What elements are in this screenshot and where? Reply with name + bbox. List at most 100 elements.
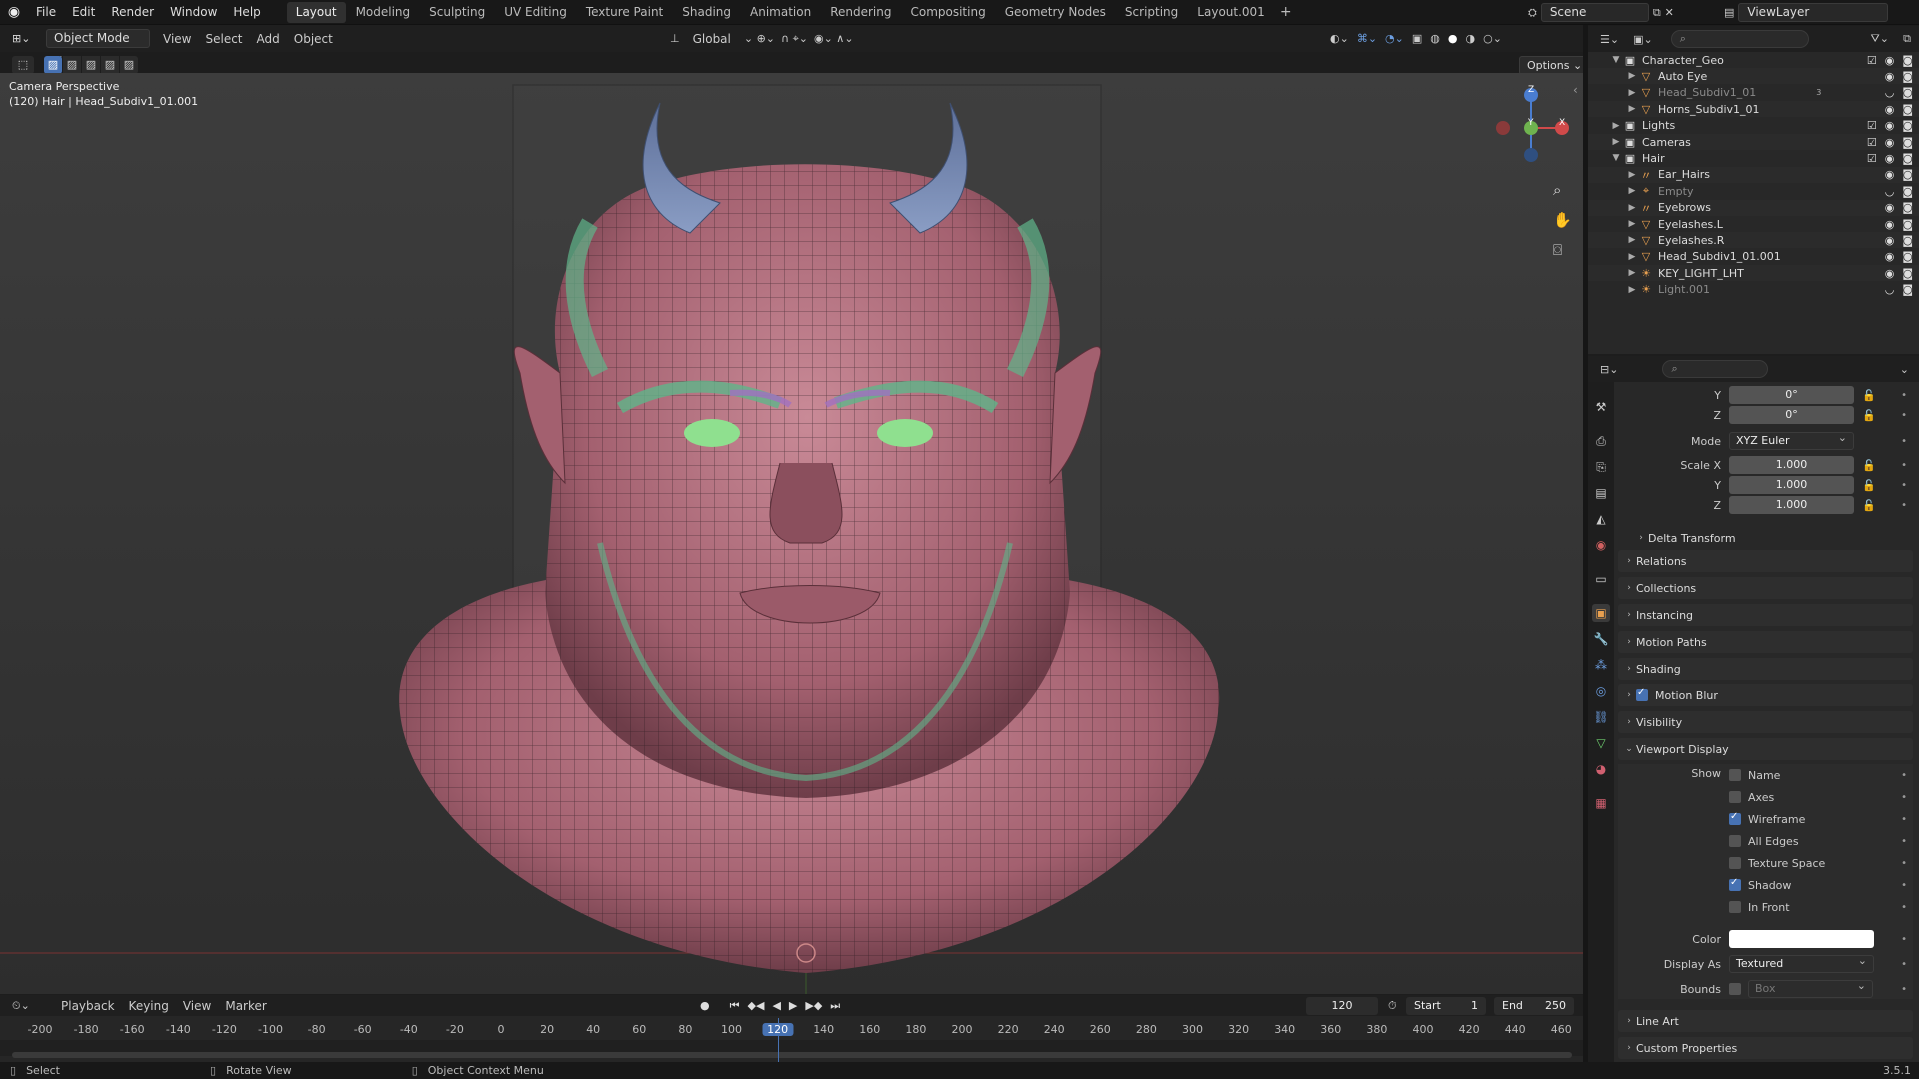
chevron-right-icon[interactable]: ▶ bbox=[1626, 170, 1638, 180]
record-icon[interactable]: ● bbox=[700, 999, 710, 1012]
chevron-right-icon[interactable]: ▶ bbox=[1626, 252, 1638, 262]
viewport-display-panel[interactable]: ⌄ Viewport Display bbox=[1618, 738, 1913, 760]
new-scene-icon[interactable]: ⧉ bbox=[1653, 6, 1661, 20]
outliner-row-ear-hairs[interactable]: ▶ 〃 Ear_Hairs ◉ ◙ bbox=[1588, 166, 1919, 183]
render-camera-icon[interactable]: ◙ bbox=[1902, 103, 1913, 116]
outliner-row-eyelashes-r[interactable]: ▶ ▽ Eyelashes.R ◉ ◙ bbox=[1588, 232, 1919, 249]
workspace-tab-layout[interactable]: Layout bbox=[286, 1, 346, 23]
scale-x-field[interactable]: 1.000 bbox=[1729, 456, 1854, 474]
eye-icon[interactable]: ◉ bbox=[1885, 54, 1895, 67]
filter-icon[interactable]: ⛛⌄ bbox=[1871, 32, 1889, 46]
render-camera-icon[interactable]: ◙ bbox=[1902, 136, 1913, 149]
render-camera-icon[interactable]: ◙ bbox=[1902, 119, 1913, 132]
viewport-menu-object[interactable]: Object bbox=[287, 32, 340, 46]
modifier-tab-icon[interactable]: 🔧 bbox=[1592, 630, 1610, 648]
chevron-right-icon[interactable]: ▶ bbox=[1626, 104, 1638, 114]
visibility-panel[interactable]: › Visibility bbox=[1618, 711, 1913, 733]
world-tab-icon[interactable]: ◉ bbox=[1592, 536, 1610, 554]
chevron-down-icon[interactable]: ▼ bbox=[1610, 153, 1622, 163]
object-tab-icon[interactable]: ▣ bbox=[1592, 604, 1610, 622]
outliner-row-eyebrows[interactable]: ▶ 〃 Eyebrows ◉ ◙ bbox=[1588, 199, 1919, 216]
outliner-row-eyelashes-l[interactable]: ▶ ▽ Eyelashes.L ◉ ◙ bbox=[1588, 216, 1919, 232]
motion-blur-panel[interactable]: › Motion Blur bbox=[1618, 684, 1913, 706]
show-shadow-checkbox[interactable] bbox=[1729, 877, 1741, 891]
render-tab-icon[interactable]: ⎙ bbox=[1592, 432, 1610, 450]
lock-icon[interactable]: 🔓 bbox=[1862, 479, 1876, 492]
blender-logo-icon[interactable]: ◉ bbox=[0, 4, 28, 20]
data-tab-icon[interactable]: ▽ bbox=[1592, 734, 1610, 752]
properties-editor-icon[interactable]: ⊟⌄ bbox=[1600, 363, 1618, 376]
workspace-tab-shading[interactable]: Shading bbox=[673, 2, 740, 23]
workspace-tab-compositing[interactable]: Compositing bbox=[901, 2, 994, 23]
camera-view-icon[interactable]: ⌼ bbox=[1553, 241, 1562, 259]
panel-instancing[interactable]: › Instancing bbox=[1618, 604, 1913, 626]
play-reverse-icon[interactable]: ◀ bbox=[772, 999, 780, 1012]
workspace-tab-layout-001[interactable]: Layout.001 bbox=[1188, 2, 1274, 23]
lock-icon[interactable]: 🔓 bbox=[1862, 459, 1876, 472]
select-extend-icon[interactable]: ▨ bbox=[63, 56, 81, 74]
panel-relations[interactable]: › Relations bbox=[1618, 550, 1913, 572]
display-mode-icon[interactable]: ▣⌄ bbox=[1633, 33, 1653, 46]
color-swatch[interactable] bbox=[1729, 930, 1874, 948]
jump-start-icon[interactable]: ⏮ bbox=[730, 999, 740, 1013]
custom-properties-panel[interactable]: › Custom Properties bbox=[1618, 1037, 1913, 1059]
timeline-menu-playback[interactable]: Playback bbox=[54, 999, 122, 1013]
display-as-dropdown[interactable]: Textured bbox=[1729, 953, 1874, 973]
properties-options-icon[interactable]: ⌄ bbox=[1900, 363, 1909, 376]
workspace-tab-texture-paint[interactable]: Texture Paint bbox=[577, 2, 672, 23]
eye-icon[interactable]: ◉ bbox=[1885, 136, 1895, 149]
hidden-eye-icon[interactable]: ◡ bbox=[1885, 86, 1895, 99]
eye-icon[interactable]: ◉ bbox=[1885, 250, 1895, 263]
chevron-right-icon[interactable]: ▶ bbox=[1626, 219, 1638, 229]
show-in-front-checkbox[interactable] bbox=[1729, 901, 1741, 913]
view-layer-icon[interactable]: ▤ bbox=[1724, 6, 1734, 19]
render-camera-icon[interactable]: ◙ bbox=[1902, 185, 1913, 198]
outliner-row-character-geo[interactable]: ▼ ▣ Character_Geo ☑ ◉ ◙ bbox=[1588, 52, 1919, 68]
show-shadow-row[interactable]: Shadow• bbox=[1729, 874, 1913, 896]
outliner-row-empty[interactable]: ▶ ⌖ Empty ◡ ◙ bbox=[1588, 183, 1919, 199]
scale-y-field[interactable]: 1.000 bbox=[1729, 476, 1854, 494]
timeline-scrollbar[interactable] bbox=[12, 1052, 1572, 1058]
lock-icon[interactable]: 🔓 bbox=[1862, 389, 1876, 402]
exclude-checkbox-icon[interactable]: ☑ bbox=[1867, 54, 1877, 67]
eye-icon[interactable]: ◉ bbox=[1885, 119, 1895, 132]
show-all-edges-row[interactable]: All Edges • bbox=[1729, 830, 1913, 852]
eye-icon[interactable]: ◉ bbox=[1885, 103, 1895, 116]
view-layer-selector[interactable]: ViewLayer bbox=[1738, 3, 1889, 22]
render-camera-icon[interactable]: ◙ bbox=[1902, 234, 1913, 247]
workspace-tab-uv-editing[interactable]: UV Editing bbox=[495, 2, 576, 23]
chevron-right-icon[interactable]: ▶ bbox=[1610, 137, 1622, 147]
delta-transform-panel[interactable]: › Delta Transform bbox=[1630, 527, 1913, 549]
3d-viewport[interactable]: Camera Perspective (120) Hair | Head_Sub… bbox=[0, 73, 1583, 994]
rotation-y-field[interactable]: 0° bbox=[1729, 386, 1854, 404]
bounds-dropdown[interactable]: Box bbox=[1748, 978, 1873, 998]
start-frame-field[interactable]: Start 1 bbox=[1406, 996, 1486, 1015]
exclude-checkbox-icon[interactable]: ☑ bbox=[1867, 136, 1877, 149]
rotation-z-field[interactable]: 0° bbox=[1729, 406, 1854, 424]
menu-window[interactable]: Window bbox=[162, 0, 225, 25]
snap-icon[interactable]: ∩ ⌖⌄ bbox=[781, 32, 808, 46]
visibility-filter-icon[interactable]: ◐⌄ bbox=[1330, 32, 1349, 45]
show-axes-checkbox[interactable] bbox=[1729, 791, 1741, 803]
lock-icon[interactable]: 🔓 bbox=[1862, 409, 1876, 422]
outliner-row-cameras[interactable]: ▶ ▣ Cameras ☑ ◉ ◙ bbox=[1588, 134, 1919, 150]
chevron-right-icon[interactable]: ▶ bbox=[1610, 121, 1622, 131]
gizmo-toggle-icon[interactable]: ⌘⌄ bbox=[1357, 32, 1377, 45]
show-axes-row[interactable]: Axes • bbox=[1729, 786, 1913, 808]
jump-keyframe-forward-icon[interactable]: ▶◆ bbox=[805, 999, 822, 1012]
outliner-row-key-light-lht[interactable]: ▶ ☀ KEY_LIGHT_LHT ◉ ◙ bbox=[1588, 265, 1919, 282]
line-art-panel[interactable]: › Line Art bbox=[1618, 1010, 1913, 1032]
exclude-checkbox-icon[interactable]: ☑ bbox=[1867, 152, 1877, 165]
xray-toggle-icon[interactable]: ▣ bbox=[1412, 32, 1422, 45]
pan-hand-icon[interactable]: ✋ bbox=[1553, 211, 1572, 229]
scale-z-field[interactable]: 1.000 bbox=[1729, 496, 1854, 514]
show-name-checkbox[interactable] bbox=[1729, 769, 1741, 781]
show-all-edges-checkbox[interactable] bbox=[1729, 835, 1741, 847]
new-collection-icon[interactable]: ⧉ bbox=[1903, 32, 1911, 46]
outliner-search-input[interactable]: ⌕ bbox=[1670, 30, 1809, 48]
scene-icon[interactable]: ⛭ bbox=[1528, 6, 1537, 20]
proportional-edit-icon[interactable]: ◉⌄ ∧⌄ bbox=[814, 32, 854, 45]
workspace-tab-sculpting[interactable]: Sculpting bbox=[420, 2, 494, 23]
eye-icon[interactable]: ◉ bbox=[1885, 201, 1895, 214]
render-camera-icon[interactable]: ◙ bbox=[1902, 70, 1913, 83]
